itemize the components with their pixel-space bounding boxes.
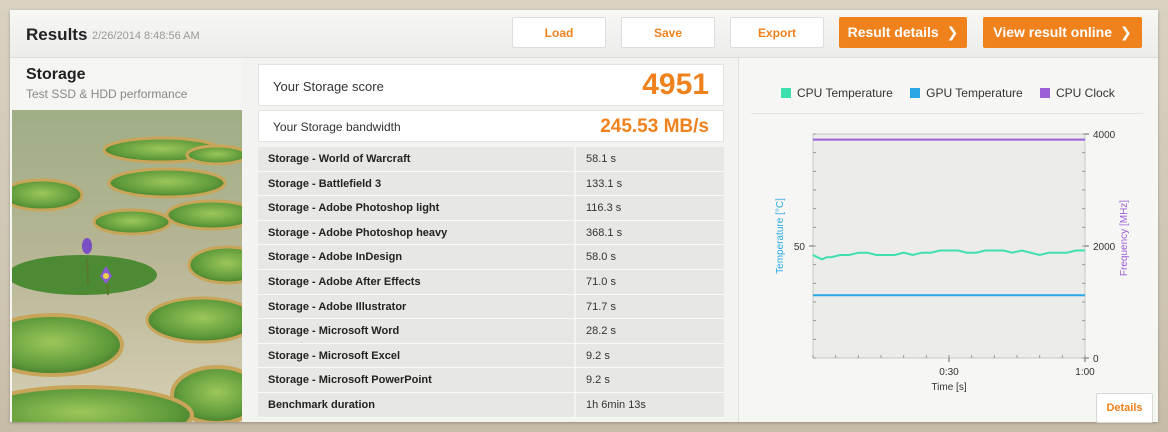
results-header: Results 2/26/2014 8:48:56 AM Load Save E… xyxy=(10,10,1158,58)
table-row: Storage - Adobe Illustrator 71.7 s xyxy=(258,294,724,320)
table-row: Storage - Adobe Photoshop light 116.3 s xyxy=(258,196,724,221)
chevron-right-icon: ❯ xyxy=(1120,24,1132,40)
table-row: Storage - World of Warcraft 58.1 s xyxy=(258,147,724,172)
test-name-cell: Storage - Microsoft Word xyxy=(258,319,574,343)
score-value: 4951 xyxy=(642,68,709,101)
table-row: Storage - Microsoft PowerPoint 9.2 s xyxy=(258,368,724,393)
test-value-cell: 71.7 s xyxy=(576,294,724,319)
result-timestamp: 2/26/2014 8:48:56 AM xyxy=(92,30,200,42)
details-button[interactable]: Details xyxy=(1096,393,1153,423)
test-name-cell: Storage - Adobe InDesign xyxy=(258,245,574,269)
save-button[interactable]: Save xyxy=(621,17,715,48)
table-row: Storage - Microsoft Word 28.2 s xyxy=(258,319,724,344)
y-right-axis-label: Frequency [MHz] xyxy=(1119,200,1130,276)
test-value-cell: 9.2 s xyxy=(576,368,724,392)
test-value-cell: 368.1 s xyxy=(576,220,724,245)
test-name-cell: Storage - Adobe Photoshop light xyxy=(258,196,574,220)
y-left-tick-label: 50 xyxy=(794,242,806,253)
test-name-cell: Storage - Battlefield 3 xyxy=(258,171,574,196)
score-label: Your Storage score xyxy=(273,79,384,94)
test-value-cell: 9.2 s xyxy=(576,343,724,368)
x-axis-label: Time [s] xyxy=(931,382,966,393)
table-row: Storage - Adobe Photoshop heavy 368.1 s xyxy=(258,220,724,246)
y-left-axis-label: Temperature [°C] xyxy=(775,198,786,274)
test-description: Test SSD & HDD performance xyxy=(26,87,188,101)
y-right-tick-label: 4000 xyxy=(1093,130,1116,141)
test-value-cell: 116.3 s xyxy=(576,196,724,220)
results-table: Storage - World of Warcraft 58.1 s Storag… xyxy=(258,147,724,418)
bandwidth-label: Your Storage bandwidth xyxy=(273,120,401,134)
result-details-label: Result details xyxy=(847,24,939,40)
load-button[interactable]: Load xyxy=(512,17,606,48)
table-row: Benchmark duration 1h 6min 13s xyxy=(258,392,724,418)
view-result-online-button[interactable]: View result online ❯ xyxy=(983,17,1142,48)
test-name-cell: Benchmark duration xyxy=(258,392,574,417)
test-name-cell: Storage - Microsoft Excel xyxy=(258,343,574,368)
bandwidth-box: Your Storage bandwidth 245.53 MB/s xyxy=(258,110,724,142)
results-panel: Results 2/26/2014 8:48:56 AM Load Save E… xyxy=(10,10,1158,423)
result-details-button[interactable]: Result details ❯ xyxy=(839,17,967,48)
table-row: Storage - Microsoft Excel 9.2 s xyxy=(258,343,724,369)
monitoring-chart: 0:30 1:00 Time [s] 50 0 2000 4000 Temperature [… xyxy=(775,130,1130,393)
test-name-cell: Storage - Adobe After Effects xyxy=(258,269,574,294)
test-name-cell: Storage - Adobe Illustrator xyxy=(258,294,574,319)
table-row: Storage - Adobe InDesign 58.0 s xyxy=(258,245,724,270)
table-row: Storage - Battlefield 3 133.1 s xyxy=(258,171,724,197)
plot-area xyxy=(812,133,1086,359)
y-right-tick-label: 2000 xyxy=(1093,242,1116,253)
export-button[interactable]: Export xyxy=(730,17,824,48)
test-value-cell: 1h 6min 13s xyxy=(576,392,724,417)
legend-swatch xyxy=(781,88,791,98)
test-name-cell: Storage - Adobe Photoshop heavy xyxy=(258,220,574,245)
water-lily-photo xyxy=(12,110,242,422)
test-name-cell: Storage - World of Warcraft xyxy=(258,147,574,171)
legend-swatch xyxy=(910,88,921,98)
score-box: Your Storage score 4951 xyxy=(258,64,724,106)
view-online-label: View result online xyxy=(993,24,1113,40)
table-row: Storage - Adobe After Effects 71.0 s xyxy=(258,269,724,295)
test-info-panel: Storage Test SSD & HDD performance xyxy=(10,58,242,422)
legend-swatch xyxy=(1040,88,1051,98)
test-value-cell: 28.2 s xyxy=(576,319,724,343)
test-value-cell: 133.1 s xyxy=(576,171,724,196)
page-title: Results xyxy=(26,25,88,44)
water-lily-illustration xyxy=(12,110,242,422)
bandwidth-value: 245.53 MB/s xyxy=(600,116,709,137)
x-tick-label: 1:00 xyxy=(1075,367,1095,378)
monitoring-panel: CPU Temperature GPU Temperature CPU Cloc… xyxy=(738,58,1158,423)
test-name: Storage xyxy=(26,66,86,83)
test-value-cell: 58.1 s xyxy=(576,147,724,171)
test-value-cell: 71.0 s xyxy=(576,269,724,294)
x-tick-label: 0:30 xyxy=(939,367,959,378)
chevron-right-icon: ❯ xyxy=(946,24,959,40)
score-panel: Your Storage score 4951 Your Storage ban… xyxy=(258,64,724,422)
test-name-cell: Storage - Microsoft PowerPoint xyxy=(258,368,574,392)
y-right-tick-label: 0 xyxy=(1093,354,1099,365)
test-value-cell: 58.0 s xyxy=(576,245,724,269)
